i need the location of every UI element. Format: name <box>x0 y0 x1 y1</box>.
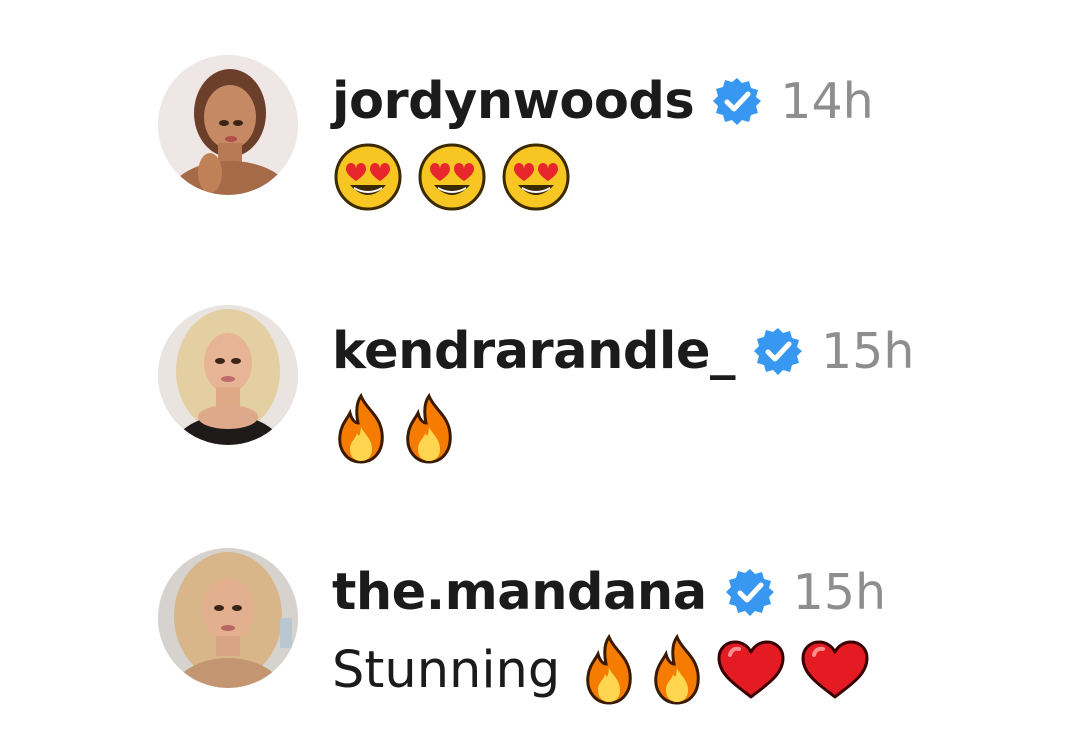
comment-item: the.mandana 15h Stunning <box>0 548 1080 748</box>
comment-item: kendrarandle_ 15h <box>0 305 1080 505</box>
timestamp[interactable]: 15h <box>821 323 914 380</box>
avatar[interactable] <box>158 305 298 445</box>
heart-eyes-emoji <box>332 141 404 213</box>
timestamp[interactable]: 14h <box>780 73 873 130</box>
heart-eyes-emoji <box>500 141 572 213</box>
avatar[interactable] <box>158 548 298 688</box>
fire-emoji <box>332 393 390 465</box>
fire-emoji <box>400 393 458 465</box>
username[interactable]: jordynwoods <box>332 72 695 131</box>
red-heart-emoji <box>716 639 786 701</box>
fire-emoji <box>580 634 638 706</box>
timestamp[interactable]: 15h <box>793 564 886 621</box>
fire-emoji <box>648 634 706 706</box>
username[interactable]: kendrarandle_ <box>332 322 735 381</box>
heart-eyes-emoji <box>416 141 488 213</box>
verified-badge-icon <box>753 326 803 376</box>
username[interactable]: the.mandana <box>332 563 707 622</box>
comment-text: Stunning <box>332 640 561 700</box>
verified-badge-icon <box>725 567 775 617</box>
comment-item: jordynwoods 14h <box>0 55 1080 255</box>
red-heart-emoji <box>800 639 870 701</box>
verified-badge-icon <box>712 76 762 126</box>
avatar[interactable] <box>158 55 298 195</box>
